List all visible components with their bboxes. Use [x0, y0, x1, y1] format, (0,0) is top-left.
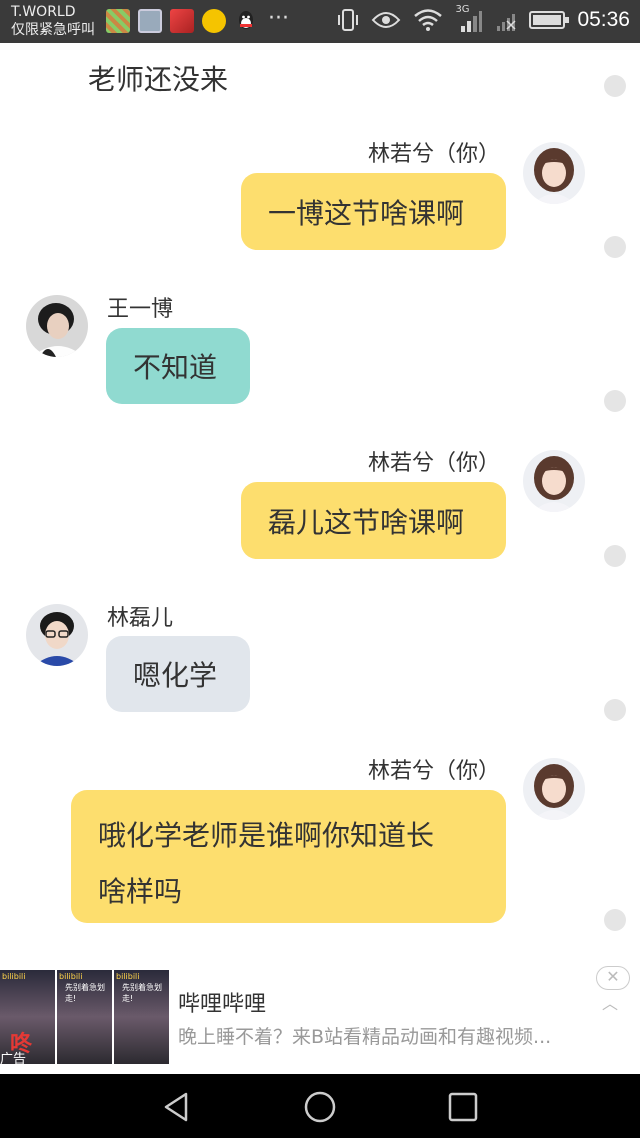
girl-avatar[interactable]: [523, 450, 585, 512]
app-grid-icon: [106, 9, 130, 33]
carrier-info: T.WORLD 仅限紧急呼叫: [11, 4, 95, 38]
carrier-name: T.WORLD: [11, 4, 76, 20]
message-bubble[interactable]: 一博这节啥课啊: [241, 173, 506, 250]
home-button[interactable]: [303, 1090, 337, 1124]
message-bubble[interactable]: 嗯化学: [106, 636, 250, 712]
message-text: 哦化学老师是谁啊你知道长: [98, 819, 435, 852]
panda-app-icon: [202, 9, 226, 33]
cell-signal-off-icon: [497, 14, 516, 31]
notification-icons: [106, 9, 258, 33]
message-text: 啥样吗: [98, 875, 183, 908]
message-text: 一博这节啥课啊: [268, 196, 465, 230]
message-text: 嗯化学: [133, 659, 218, 692]
message-bubble[interactable]: 哦化学老师是谁啊你知道长 啥样吗: [71, 790, 506, 923]
message-bubble[interactable]: 不知道: [106, 328, 250, 404]
progress-marker: [604, 75, 626, 97]
system-icons: 3G 05:36: [337, 4, 630, 34]
ad-banner[interactable]: bilibili 咚 广告 bilibili 先别着急划走! bilibili …: [0, 966, 640, 1070]
ad-thumb-text: 先别着急划走!: [122, 983, 162, 1003]
sender-name: 林磊儿: [107, 606, 174, 631]
boy-avatar[interactable]: [26, 604, 88, 666]
ad-thumb-text: 先别着急划走!: [65, 983, 105, 1003]
girl-avatar[interactable]: [523, 142, 585, 204]
chevron-up-icon[interactable]: ︿: [602, 990, 618, 1014]
ad-thumb-tag: bilibili: [2, 972, 26, 981]
ad-title[interactable]: 哔哩哔哩: [178, 986, 266, 1018]
progress-marker: [604, 699, 626, 721]
close-icon[interactable]: ✕: [596, 966, 630, 990]
ad-thumb-tag: bilibili: [59, 972, 83, 981]
sender-name: 王一博: [107, 297, 174, 322]
wifi-icon: [414, 9, 443, 31]
girl-avatar[interactable]: [523, 758, 585, 820]
message-bubble[interactable]: 磊儿这节啥课啊: [241, 482, 506, 559]
eye-comfort-icon: [372, 12, 401, 28]
ad-thumbnail[interactable]: bilibili 先别着急划走!: [114, 970, 169, 1064]
gallery-icon: [138, 9, 162, 33]
status-bar: T.WORLD 仅限紧急呼叫 ··· 3G 05:36: [0, 0, 640, 43]
emergency-only-text: 仅限紧急呼叫: [11, 22, 95, 38]
sender-name: 林若兮（你）: [367, 759, 500, 784]
ad-label: 广告: [0, 1052, 27, 1064]
qq-icon: [234, 9, 258, 33]
battery-level-fill: [533, 15, 561, 25]
sender-name: 林若兮（你）: [367, 142, 500, 167]
sender-name: 林若兮（你）: [367, 451, 500, 476]
progress-marker: [604, 909, 626, 931]
back-button[interactable]: [160, 1090, 194, 1124]
recent-apps-button[interactable]: [446, 1090, 480, 1124]
message-text: 磊儿这节啥课啊: [268, 505, 465, 539]
photo-app-icon: [170, 9, 194, 33]
ad-thumbnail[interactable]: bilibili 咚 广告: [0, 970, 55, 1064]
ad-thumbnail[interactable]: bilibili 先别着急划走!: [57, 970, 112, 1064]
progress-marker: [604, 545, 626, 567]
ad-thumbnails[interactable]: bilibili 咚 广告 bilibili 先别着急划走! bilibili …: [0, 970, 169, 1064]
ad-thumb-tag: bilibili: [116, 972, 140, 981]
progress-marker: [604, 236, 626, 258]
battery-icon: [529, 11, 570, 29]
cell-signal-3g-icon: 3G: [455, 4, 483, 34]
boy-avatar[interactable]: [26, 295, 88, 357]
progress-marker: [604, 390, 626, 412]
message-text: 不知道: [133, 351, 218, 384]
navigation-bar: [0, 1074, 640, 1138]
clock: 05:36: [577, 8, 630, 31]
chat-header-text: 老师还没来: [88, 63, 229, 96]
ad-description[interactable]: 晚上睡不着？来B站看精品动画和有趣视频...: [178, 1022, 598, 1049]
more-notifications-icon: ···: [268, 6, 289, 31]
vibrate-icon: [338, 9, 359, 31]
